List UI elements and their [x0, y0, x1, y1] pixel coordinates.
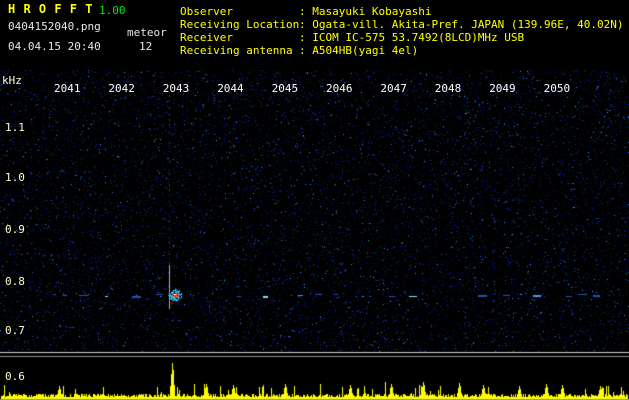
time-tick-label: 2041	[54, 82, 81, 95]
time-tick-label: 2049	[489, 82, 516, 95]
record-datetime: 04.04.15 20:40	[8, 40, 101, 53]
info-colon: :	[299, 44, 313, 57]
output-filename: 0404152040.png	[8, 20, 101, 33]
spectrogram-canvas	[0, 70, 629, 400]
app-version: 1.00	[99, 4, 126, 17]
time-tick-label: 2044	[217, 82, 244, 95]
info-row-antenna: Receiving antenna: A504HB(yagi 4el)	[180, 45, 624, 58]
time-tick-label: 2047	[380, 82, 407, 95]
freq-tick-label: 1.0	[5, 171, 25, 184]
freq-tick-label: 0.6	[5, 370, 25, 383]
freq-axis-unit-label: kHz	[2, 74, 22, 87]
mode-label: meteor	[127, 26, 167, 39]
time-tick-label: 2050	[543, 82, 571, 95]
time-tick-label: 2043	[162, 82, 190, 95]
time-tick-label: 2045	[271, 82, 299, 95]
app-title: H R O F F T	[8, 2, 93, 16]
freq-tick-label: 0.7	[5, 324, 25, 337]
info-value: A504HB(yagi 4el)	[312, 44, 419, 57]
station-info: Observer: Masayuki Kobayashi Receiving L…	[180, 6, 624, 58]
freq-tick-label: 1.1	[5, 121, 25, 134]
time-tick-label: 2042	[108, 82, 135, 95]
time-tick-label: 2046	[326, 82, 353, 95]
info-label: Receiving antenna	[180, 44, 293, 57]
freq-tick-label: 0.8	[5, 275, 25, 288]
freq-tick-label: 0.9	[5, 223, 25, 236]
echo-count: 12	[139, 40, 153, 53]
hrofft-window: H R O F F T 1.00 0404152040.png meteor 0…	[0, 0, 629, 400]
time-tick-label: 2048	[434, 82, 462, 95]
